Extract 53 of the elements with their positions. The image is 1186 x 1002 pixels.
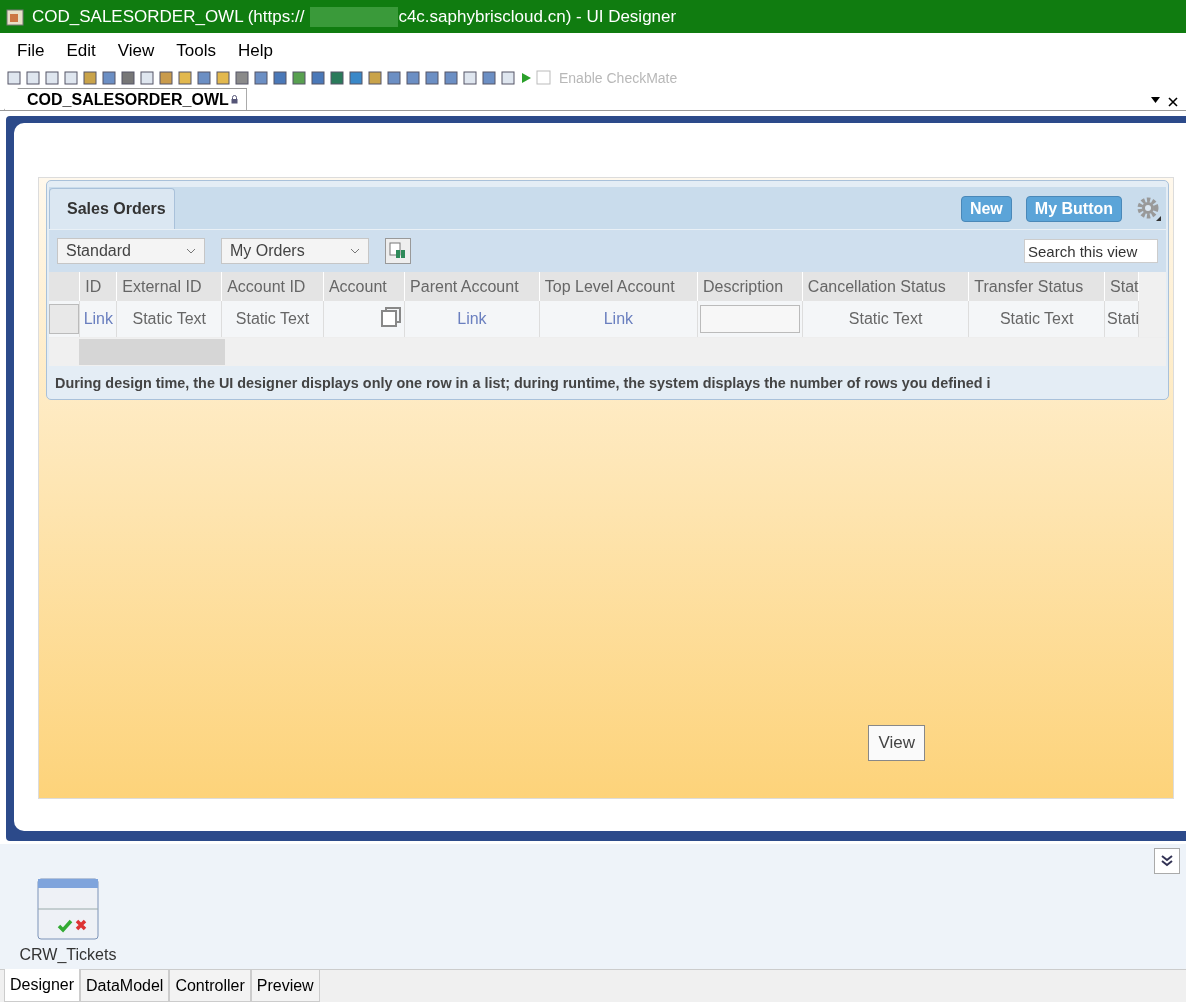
table-cell: Stati: [1104, 301, 1139, 337]
menu-item[interactable]: Edit: [55, 40, 107, 61]
double-chevron-icon: [1160, 854, 1174, 868]
column-header[interactable]: Cancellation Status: [802, 272, 969, 301]
query-button[interactable]: [385, 238, 411, 264]
table-cell: Static Text: [116, 301, 222, 337]
column-header[interactable]: Description: [697, 272, 803, 301]
search-field[interactable]: Search this view: [1024, 239, 1158, 263]
filter-dropdown[interactable]: My Orders: [221, 238, 369, 264]
view-button[interactable]: View: [868, 725, 925, 761]
column-header[interactable]: ID: [79, 272, 117, 301]
checkbox-icon[interactable]: [536, 70, 552, 86]
column-header[interactable]: Account: [323, 272, 405, 301]
chevron-down-icon: [186, 248, 196, 254]
vertical-scrollbar[interactable]: [1139, 272, 1166, 337]
play-icon[interactable]: [519, 71, 533, 85]
component-label: CRW_Tickets: [19, 946, 117, 964]
column-header[interactable]: Top Level Account: [539, 272, 698, 301]
copy-icon[interactable]: [380, 306, 403, 328]
app-icon: [6, 6, 26, 27]
design-note: During design time, the UI designer displays only one row in a list; during runtime, the system displays the number of rows you defined i: [54, 374, 992, 393]
toolbar-button[interactable]: New: [960, 196, 1012, 222]
editor-tab[interactable]: Preview: [250, 970, 320, 1002]
menu-item[interactable]: Tools: [165, 40, 227, 61]
table-cell: Static Text: [221, 301, 324, 337]
settings-icon[interactable]: [1136, 196, 1162, 222]
link[interactable]: Link: [603, 310, 634, 327]
column-header[interactable]: Transfer Status: [968, 272, 1105, 301]
editor-tab[interactable]: DataModel: [80, 970, 170, 1002]
close-icon[interactable]: [1168, 97, 1178, 107]
window-title: c4c.saphybriscloud.cn) - UI Designer: [398, 6, 677, 27]
filter-dropdown[interactable]: Standard: [57, 238, 205, 264]
table-cell: Static Text: [968, 301, 1105, 337]
toolbar-button[interactable]: My Button: [1025, 196, 1122, 222]
panel-tab[interactable]: Sales Orders: [49, 188, 175, 229]
column-header[interactable]: Account ID: [221, 272, 324, 301]
menu-item[interactable]: File: [6, 40, 56, 61]
menu-item[interactable]: Help: [226, 40, 284, 61]
table-cell: Static Text: [802, 301, 969, 337]
column-header[interactable]: Parent Account: [404, 272, 540, 301]
link[interactable]: Link: [457, 310, 487, 327]
description-field[interactable]: [700, 305, 800, 333]
dropdown-icon[interactable]: [1151, 97, 1160, 103]
collapse-button[interactable]: [1154, 848, 1180, 874]
horizontal-scrollbar[interactable]: [49, 337, 1166, 366]
editor-tab[interactable]: Controller: [169, 970, 251, 1002]
window-title: COD_SALESORDER_OWL (https://: [32, 6, 305, 27]
menu-item[interactable]: View: [106, 40, 166, 61]
column-header[interactable]: Stat: [1104, 272, 1139, 301]
column-header[interactable]: External ID: [116, 272, 222, 301]
editor-tab[interactable]: Designer: [4, 969, 81, 1002]
document-tab[interactable]: COD_SALESORDER_OWL: [4, 88, 247, 110]
chevron-down-icon: [350, 248, 360, 254]
